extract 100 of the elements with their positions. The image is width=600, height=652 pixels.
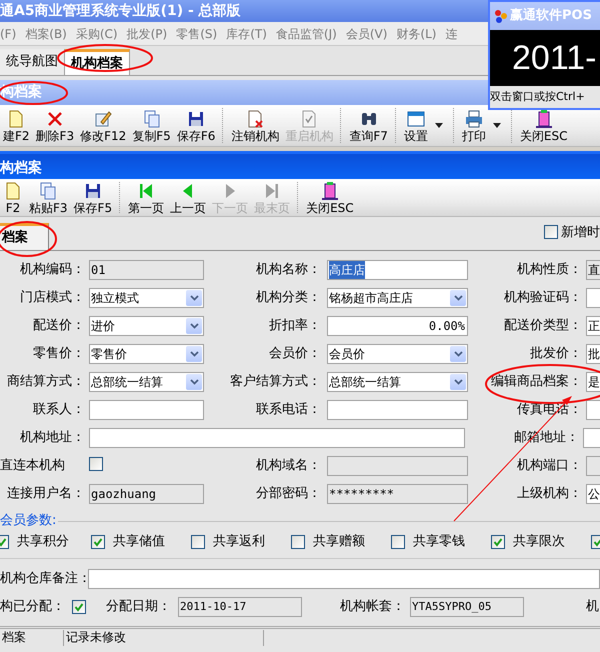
field-label: 零售价：	[32, 345, 85, 364]
toolbar-button[interactable]: 关闭ESC	[297, 182, 357, 213]
toolbar-button[interactable]: 上一页	[167, 182, 210, 213]
field-label: 机构性质：	[516, 261, 582, 280]
dropdown-field[interactable]: 总部统一结算	[89, 372, 204, 392]
field-label: 机构分类：	[255, 289, 321, 308]
toolbar-button[interactable]: 保存F5	[70, 182, 116, 213]
chevron-down-icon[interactable]	[454, 351, 462, 357]
menu-item[interactable]: 食品监管(J)	[276, 24, 337, 42]
toolbar-button[interactable]: 删除F3	[32, 108, 78, 143]
checkbox[interactable]	[91, 535, 105, 549]
input-field[interactable]	[89, 428, 465, 448]
group-title: 会员参数:	[0, 512, 56, 530]
edit-icon	[93, 108, 114, 128]
field-label: 机构编码：	[19, 261, 85, 280]
dropdown-field[interactable]: 进价	[89, 316, 204, 336]
toolbar-button[interactable]: 注销机构	[222, 108, 282, 143]
chevron-down-icon[interactable]	[190, 379, 198, 385]
field-label: 连接用户名：	[6, 485, 85, 504]
checkbox[interactable]	[544, 225, 558, 240]
input-field[interactable]: 是	[586, 372, 600, 392]
input-field[interactable]: 批	[586, 344, 600, 364]
door-icon	[534, 108, 554, 128]
document-tab[interactable]: 统导航图	[0, 49, 65, 75]
menu-item[interactable]: 采购(C)	[76, 24, 118, 42]
dropdown-field[interactable]: 总部统一结算	[327, 372, 468, 392]
chevron-down-icon[interactable]	[454, 379, 462, 385]
toolbar-button[interactable]: 保存F6	[174, 108, 218, 143]
checkbox[interactable]	[291, 535, 305, 549]
toolbar-button[interactable]: 设置	[394, 108, 449, 143]
checkbox-label: 共享储值	[113, 533, 165, 552]
readonly-field[interactable]	[327, 456, 468, 476]
input-field[interactable]: 公	[586, 484, 600, 504]
toolbar-button[interactable]: F2	[0, 182, 26, 213]
menu-item[interactable]: 会员(V)	[346, 24, 388, 42]
dropdown-field[interactable]: 铭杨超市高庄店	[327, 288, 468, 308]
readonly-field[interactable]: 01	[89, 260, 204, 280]
checkbox[interactable]	[391, 535, 405, 549]
dropdown-field[interactable]: 零售价	[89, 344, 204, 364]
checkbox[interactable]	[491, 535, 505, 549]
input-field[interactable]	[89, 400, 204, 420]
printer-icon	[464, 108, 484, 128]
checkbox[interactable]	[72, 600, 86, 614]
menu-item[interactable]: (F)	[0, 24, 16, 42]
readonly-field[interactable]: *********	[327, 484, 468, 504]
menu-item[interactable]: 批发(P)	[126, 24, 168, 42]
form-tab[interactable]: 档案	[0, 223, 49, 250]
chevron-down-icon[interactable]	[190, 295, 198, 301]
field-label: 机	[586, 598, 599, 616]
field-label: 会员价：	[268, 345, 321, 364]
field-label: 联系电话：	[255, 401, 321, 420]
dropdown-field[interactable]: 独立模式	[89, 288, 204, 308]
chevron-down-icon[interactable]	[190, 323, 198, 329]
input-field[interactable]: 正	[586, 316, 600, 336]
input-field[interactable]	[88, 569, 600, 589]
toolbar-button[interactable]: 复制F5	[129, 108, 174, 143]
toolbar-button[interactable]: 修改F12	[77, 108, 130, 143]
readonly-field[interactable]: 直	[586, 260, 600, 280]
copy-icon	[38, 180, 58, 200]
chevron-down-icon[interactable]	[190, 351, 198, 357]
input-field[interactable]: 高庄店	[327, 260, 468, 280]
menu-item[interactable]: 零售(S)	[176, 24, 218, 42]
field-label: 门店模式：	[19, 289, 85, 308]
field-label: 构已分配：	[0, 598, 66, 616]
dropdown-field[interactable]: 会员价	[327, 344, 468, 364]
menu-item[interactable]: 连	[445, 24, 458, 42]
toolbar-button[interactable]: 查询F7	[340, 108, 391, 143]
copy-icon	[142, 108, 162, 128]
readonly-field[interactable]: YTA5SYPRO_05	[410, 597, 524, 617]
field-label: 分配日期：	[106, 598, 170, 616]
checkbox-label: 共享返利	[213, 533, 265, 552]
input-field[interactable]	[327, 400, 468, 420]
field-label: 上级机构：	[516, 485, 582, 504]
menu-item[interactable]: 档案(B)	[25, 24, 67, 42]
readonly-field[interactable]: gaozhuang	[89, 484, 204, 504]
field-label: 客户结算方式：	[229, 373, 321, 392]
chevron-down-icon[interactable]	[454, 295, 462, 301]
colored-dots-icon	[494, 9, 508, 23]
field-label: 机构帐套：	[340, 598, 404, 616]
toolbar-button[interactable]: 粘贴F3	[26, 182, 71, 213]
menu-item[interactable]: 库存(T)	[226, 24, 267, 42]
menu-item[interactable]: 财务(L)	[396, 24, 436, 42]
checkbox[interactable]	[191, 535, 205, 549]
field-label: 配送价：	[32, 317, 85, 336]
toolbar-button[interactable]: 第一页	[119, 182, 168, 213]
field-label: 机构验证码：	[503, 289, 582, 308]
field-label: 配送价类型：	[503, 317, 582, 336]
checkbox[interactable]	[89, 457, 103, 471]
field-label: 商结算方式：	[6, 373, 85, 392]
door-icon	[320, 180, 340, 200]
dropdown-arrow-icon[interactable]	[434, 122, 443, 128]
toolbar-button[interactable]: 建F2	[0, 108, 33, 143]
field-label: 联系人：	[32, 401, 85, 420]
checkbox-label: 共享限次	[513, 533, 565, 552]
field-label: 折扣率：	[268, 317, 321, 336]
popup-hint: 双击窗口或按Ctrl+	[490, 88, 585, 105]
readonly-field[interactable]: 2011-10-17	[178, 597, 302, 617]
field-label: 分部密码：	[255, 485, 321, 504]
dropdown-arrow-icon[interactable]	[492, 122, 501, 128]
input-field[interactable]: 0.00%	[327, 316, 468, 336]
